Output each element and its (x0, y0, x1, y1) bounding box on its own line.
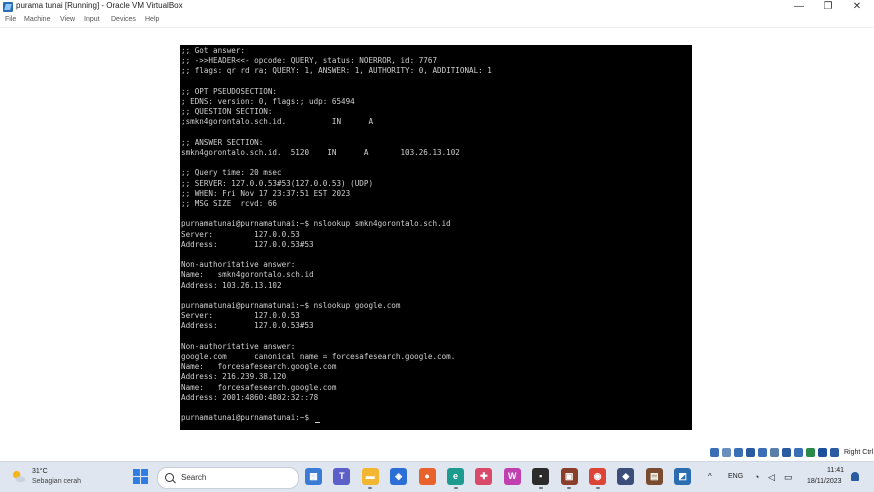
window-title: purama tunai [Running] - Oracle VM Virtu… (16, 1, 183, 10)
search-icon (165, 473, 174, 482)
file-explorer-app[interactable]: ▬ (361, 468, 379, 485)
firefox-app[interactable]: ● (418, 468, 436, 485)
terminal-line: ;; QUESTION SECTION: (181, 107, 273, 117)
terminal-line: ; EDNS: version: 0, flags:; udp: 65494 (181, 97, 355, 106)
terminal-line: Non-authoritative answer: (181, 341, 296, 351)
clock-time[interactable]: 11:41 (827, 467, 844, 474)
shared-folder-icon[interactable] (770, 448, 779, 457)
terminal-line: ;; MSG SIZE rcvd: 66 (181, 199, 278, 208)
tray-overflow-chevron[interactable]: ^ (708, 472, 712, 481)
edge-app[interactable]: e (447, 468, 464, 485)
optical-icon[interactable] (722, 448, 731, 457)
terminal-line: Address: 127.0.0.53#53 (181, 239, 314, 249)
terminal-line: ;; Query time: 20 msec (181, 168, 282, 178)
app-8[interactable]: W (503, 468, 521, 485)
window-titlebar: purama tunai [Running] - Oracle VM Virtu… (0, 0, 874, 14)
language-indicator[interactable]: ENG (728, 473, 743, 480)
terminal-line: ;; SERVER: 127.0.0.53#53(127.0.0.53) (UD… (181, 178, 374, 188)
app-7[interactable]: ✚ (475, 468, 493, 485)
menu-input[interactable]: Input (84, 16, 100, 23)
capture-icon[interactable] (794, 448, 803, 457)
running-indicator (567, 487, 572, 489)
app-10[interactable]: ▣ (560, 468, 578, 485)
close-button[interactable]: ✕ (842, 0, 872, 14)
terminal-line: Address: 216.239.38.120 (181, 372, 287, 382)
display-icon[interactable] (782, 448, 791, 457)
terminal-line: ;; ANSWER SECTION: (181, 137, 264, 147)
terminal-line: google.com canonical name = forcesafesea… (181, 352, 456, 361)
volume-icon[interactable]: ◁ (768, 472, 775, 483)
audio-icon[interactable] (734, 448, 743, 457)
running-indicator (595, 487, 600, 489)
terminal-line: ;; WHEN: Fri Nov 17 23:37:51 EST 2023 (181, 188, 351, 198)
terminal-line: Address: 127.0.0.53#53 (181, 321, 314, 331)
search-placeholder: Search (181, 473, 207, 482)
store-app[interactable]: ◈ (390, 468, 408, 485)
app-13[interactable]: ▤ (645, 468, 663, 485)
terminal-line: Name: smkn4gorontalo.sch.id (181, 270, 314, 280)
running-indicator (538, 487, 543, 489)
notification-bell-icon[interactable] (851, 472, 859, 481)
terminal-line: smkn4gorontalo.sch.id. 5120 IN A 103.26.… (181, 148, 460, 157)
network-icon[interactable] (746, 448, 755, 457)
terminal-line: Server: 127.0.0.53 (181, 229, 300, 239)
menu-file[interactable]: File (5, 16, 16, 23)
terminal-line: purnamatunai@purnamatunai:~$ (181, 413, 320, 424)
running-indicator (453, 487, 458, 489)
menubar: File Machine View Input Devices Help (0, 15, 874, 28)
running-indicator (368, 487, 373, 489)
terminal-line: Name: forcesafesearch.google.com (181, 382, 337, 392)
terminal-line: ;; OPT PSEUDOSECTION: (181, 86, 278, 96)
partly-sunny-icon[interactable] (11, 469, 26, 484)
terminal-cursor (314, 422, 320, 424)
taskbar-search[interactable]: Search (157, 467, 299, 489)
widgets-app[interactable]: ▦ (305, 468, 322, 485)
terminal-line: Address: 103.26.13.102 (181, 280, 282, 290)
chrome-app[interactable]: ◉ (589, 468, 606, 485)
guest-terminal[interactable]: ;; Got answer:;; ->>HEADER<<- opcode: QU… (180, 45, 692, 430)
host-key-label: Right Ctrl (844, 449, 874, 456)
terminal-line: purnamatunai@purnamatunai:~$ nslookup go… (181, 301, 401, 310)
menu-devices[interactable]: Devices (111, 16, 136, 23)
terminal-line: Non-authoritative answer: (181, 260, 296, 270)
keyboard-icon[interactable] (830, 448, 839, 457)
minimize-button[interactable]: — (784, 0, 814, 14)
vm-status-bar: Right Ctrl (0, 446, 874, 460)
start-windows-icon[interactable] (133, 469, 148, 484)
weather-temperature[interactable]: 31°C (32, 468, 48, 475)
terminal-line: ;; flags: qr rd ra; QUERY: 1, ANSWER: 1,… (181, 66, 492, 76)
mouse-icon[interactable] (818, 448, 827, 457)
terminal-line: Address: 2001:4860:4802:32::78 (181, 392, 319, 402)
cpu-icon[interactable] (806, 448, 815, 457)
clock-date[interactable]: 18/11/2023 (807, 478, 842, 485)
wifi-icon[interactable]: ◔ (754, 472, 759, 482)
virtualbox-icon (3, 2, 13, 12)
terminal-line: ;smkn4gorontalo.sch.id. IN A (181, 117, 374, 127)
menu-view[interactable]: View (60, 16, 75, 23)
maximize-button[interactable]: ❐ (813, 0, 843, 14)
terminal-line: Name: forcesafesearch.google.com (181, 362, 337, 372)
virtualbox-app[interactable]: ◆ (617, 468, 635, 485)
usb-icon[interactable] (758, 448, 767, 457)
battery-icon[interactable]: ▭ (784, 472, 793, 483)
menu-machine[interactable]: Machine (24, 16, 50, 23)
teams-app[interactable]: T (333, 468, 351, 485)
storage-icon[interactable] (710, 448, 719, 457)
terminal-line: ;; ->>HEADER<<- opcode: QUERY, status: N… (181, 56, 438, 66)
weather-description[interactable]: Sebagian cerah (32, 478, 81, 485)
taskbar: 31°C Sebagian cerah Search ^ ENG ◔ ◁ ▭ 1… (0, 461, 874, 492)
terminal-line: ;; Got answer: (181, 46, 246, 55)
menu-help[interactable]: Help (145, 16, 159, 23)
terminal-line: purnamatunai@purnamatunai:~$ nslookup sm… (181, 219, 451, 229)
app-14[interactable]: ◩ (674, 468, 692, 485)
terminal-app[interactable]: ▪ (532, 468, 550, 485)
terminal-line: Server: 127.0.0.53 (181, 311, 300, 321)
